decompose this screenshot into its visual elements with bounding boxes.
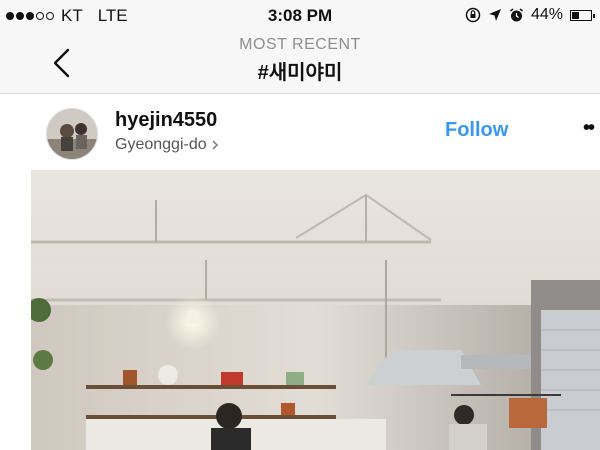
battery-level-fill	[572, 11, 579, 19]
status-bar: KT LTE 3:08 PM 44%	[0, 0, 600, 30]
rotation-lock-icon	[465, 7, 481, 23]
navigation-bar: MOST RECENT #새미야미	[0, 30, 600, 94]
battery-cap	[593, 13, 595, 18]
alarm-icon	[510, 7, 523, 21]
status-right: 44%	[465, 6, 595, 24]
post-location[interactable]: Gyeonggi-do	[115, 136, 219, 154]
avatar[interactable]	[46, 108, 98, 160]
avatar-photo-icon	[47, 109, 97, 159]
more-options-button[interactable]: ••	[583, 117, 595, 140]
location-label: Gyeonggi-do	[115, 136, 207, 153]
location-arrow-icon	[488, 9, 501, 21]
post-photo[interactable]	[31, 170, 600, 450]
battery-icon	[570, 9, 595, 21]
kitchen-photo	[31, 170, 600, 450]
page-title: #새미야미	[257, 62, 343, 84]
nav-subtitle: MOST RECENT	[239, 36, 361, 53]
chevron-right-icon	[212, 140, 218, 150]
battery-percent: 44%	[530, 6, 563, 23]
post-username[interactable]: hyejin4550	[115, 109, 217, 132]
follow-button[interactable]: Follow	[445, 119, 508, 142]
